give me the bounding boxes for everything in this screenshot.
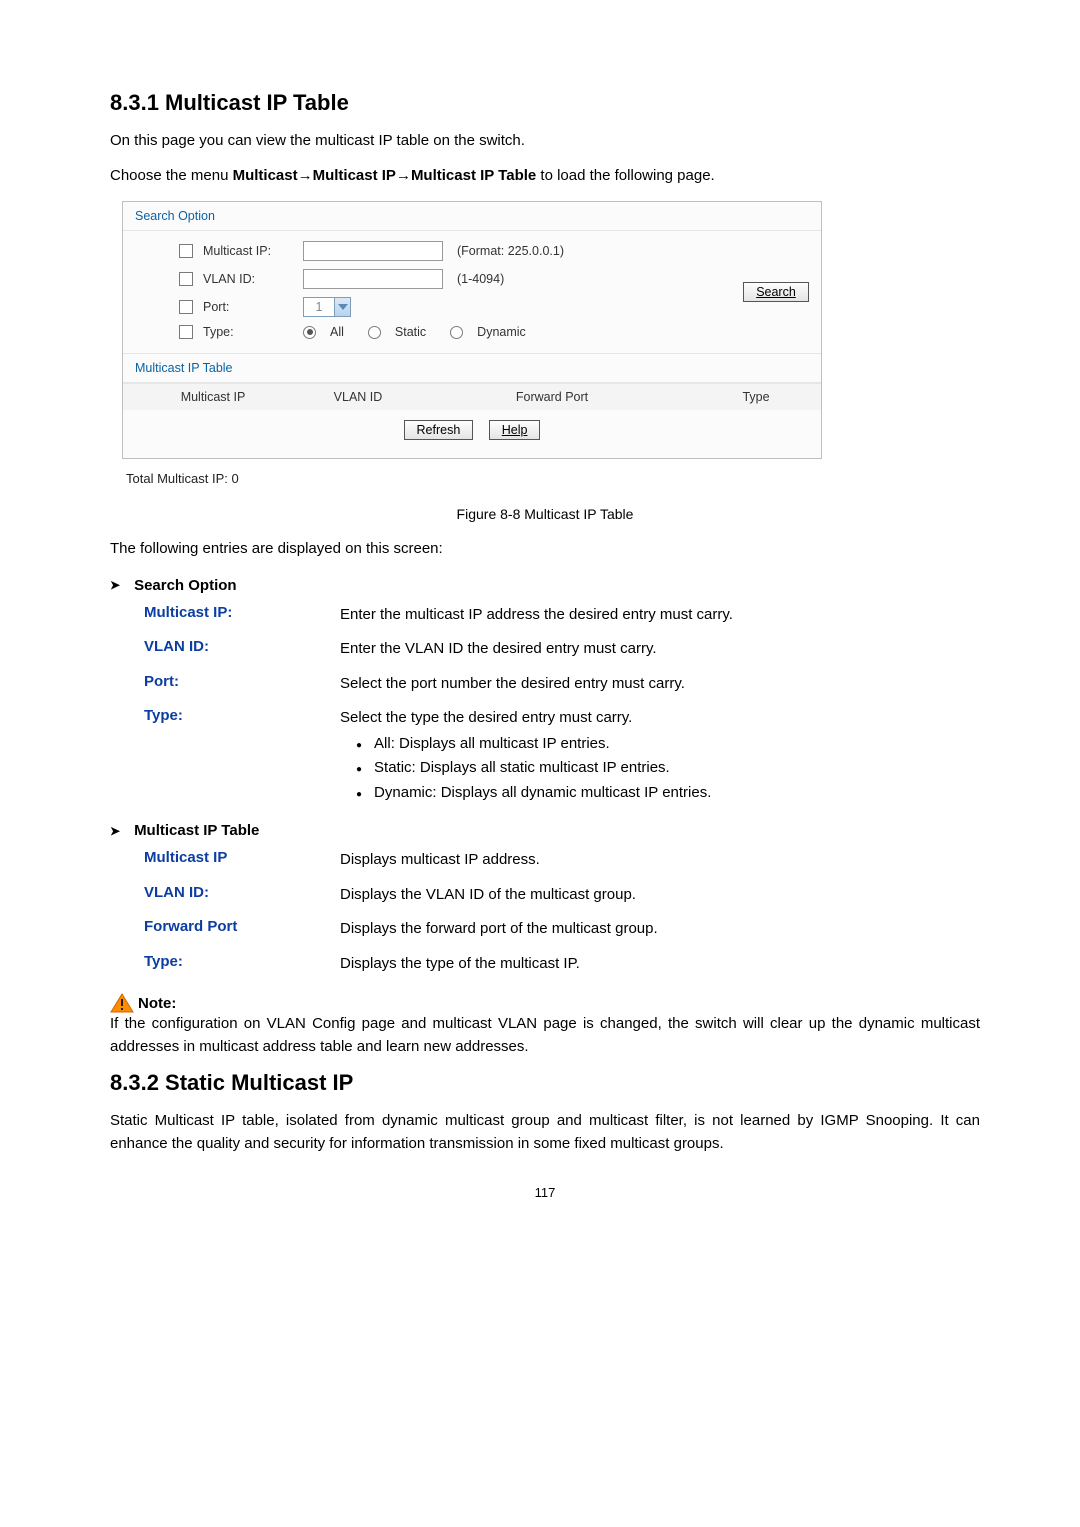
row-port: Port: 1 xyxy=(123,293,731,321)
menu-post: to load the following page. xyxy=(536,167,714,184)
def1-type-term: Type: xyxy=(110,707,340,806)
figure-caption: Figure 8-8 Multicast IP Table xyxy=(110,506,980,522)
arrow-icon: ➤ xyxy=(110,824,120,838)
col-multicast-ip: Multicast IP xyxy=(123,384,303,410)
multicast-ip-label: Multicast IP: xyxy=(203,244,293,258)
port-checkbox[interactable] xyxy=(179,300,193,314)
def1-type-bullet-all: All: Displays all multicast IP entries. xyxy=(356,733,980,756)
def1-vlan-term: VLAN ID: xyxy=(110,638,340,661)
search-button[interactable]: Search xyxy=(743,282,809,302)
multicast-ip-checkbox[interactable] xyxy=(179,244,193,258)
row-multicast-ip: Multicast IP: (Format: 225.0.0.1) xyxy=(123,237,731,265)
type-radio-all[interactable] xyxy=(303,326,316,339)
menu-bold: Multicast→Multicast IP→Multicast IP Tabl… xyxy=(233,167,537,184)
multicast-ip-format-hint: (Format: 225.0.0.1) xyxy=(457,244,564,258)
row-vlan-id: VLAN ID: (1-4094) xyxy=(123,265,731,293)
multicast-ip-table-heading: ➤ Multicast IP Table xyxy=(110,822,980,839)
section-8-3-1-title: 8.3.1 Multicast IP Table xyxy=(110,90,980,116)
multicast-ip-page-panel: Search Option Multicast IP: (Format: 225… xyxy=(122,201,822,459)
def1-port-def: Select the port number the desired entry… xyxy=(340,673,980,696)
def2-fwd-term: Forward Port xyxy=(110,918,340,941)
note-label: Note: xyxy=(138,995,176,1012)
vlan-id-input[interactable] xyxy=(303,269,443,289)
search-option-heading: ➤ Search Option xyxy=(110,577,980,594)
search-option-header: Search Option xyxy=(123,202,821,231)
def2-vlan-def: Displays the VLAN ID of the multicast gr… xyxy=(340,884,980,907)
def1-type-def-text: Select the type the desired entry must c… xyxy=(340,709,632,726)
chevron-down-icon xyxy=(334,298,350,316)
entries-intro: The following entries are displayed on t… xyxy=(110,538,980,561)
total-multicast-ip: Total Multicast IP: 0 xyxy=(126,471,980,486)
col-forward-port: Forward Port xyxy=(413,384,691,410)
section-8-3-2-title: 8.3.2 Static Multicast IP xyxy=(110,1070,980,1096)
port-select[interactable]: 1 xyxy=(303,297,351,317)
col-type: Type xyxy=(691,384,821,410)
type-radio-static[interactable] xyxy=(368,326,381,339)
multicast-ip-table-heading-text: Multicast IP Table xyxy=(134,822,259,839)
search-option-heading-text: Search Option xyxy=(134,577,237,594)
col-vlan-id: VLAN ID xyxy=(303,384,413,410)
def2-mcast-def: Displays multicast IP address. xyxy=(340,849,980,872)
type-radio-dynamic[interactable] xyxy=(450,326,463,339)
multicast-ip-input[interactable] xyxy=(303,241,443,261)
def2-type-def: Displays the type of the multicast IP. xyxy=(340,953,980,976)
def1-vlan-def: Enter the VLAN ID the desired entry must… xyxy=(340,638,980,661)
vlan-id-range-hint: (1-4094) xyxy=(457,272,504,286)
note-body: If the configuration on VLAN Config page… xyxy=(110,1013,980,1058)
type-label: Type: xyxy=(203,325,293,339)
page-number: 117 xyxy=(110,1185,980,1200)
help-button[interactable]: Help xyxy=(489,420,541,440)
row-type: Type: All Static Dynamic xyxy=(123,321,731,343)
port-label: Port: xyxy=(203,300,293,314)
section2-body: Static Multicast IP table, isolated from… xyxy=(110,1110,980,1155)
multicast-ip-table-header: Multicast IP Table xyxy=(123,353,821,383)
def1-type-def: Select the type the desired entry must c… xyxy=(340,707,980,806)
section1-intro: On this page you can view the multicast … xyxy=(110,130,980,153)
type-all-label: All xyxy=(330,325,344,339)
menu-path-line: Choose the menu Multicast→Multicast IP→M… xyxy=(110,165,980,188)
vlan-id-checkbox[interactable] xyxy=(179,272,193,286)
def1-mcast-def: Enter the multicast IP address the desir… xyxy=(340,604,980,627)
def1-type-bullet-static: Static: Displays all static multicast IP… xyxy=(356,757,980,780)
def1-type-bullet-dynamic: Dynamic: Displays all dynamic multicast … xyxy=(356,782,980,805)
def2-fwd-def: Displays the forward port of the multica… xyxy=(340,918,980,941)
table-columns: Multicast IP VLAN ID Forward Port Type xyxy=(123,383,821,410)
refresh-button[interactable]: Refresh xyxy=(404,420,474,440)
def1-port-term: Port: xyxy=(110,673,340,696)
def1-mcast-term: Multicast IP: xyxy=(110,604,340,627)
def2-vlan-term: VLAN ID: xyxy=(110,884,340,907)
note-header: Note: xyxy=(110,993,980,1013)
def2-mcast-term: Multicast IP xyxy=(110,849,340,872)
menu-pre: Choose the menu xyxy=(110,167,233,184)
type-checkbox[interactable] xyxy=(179,325,193,339)
def2-type-term: Type: xyxy=(110,953,340,976)
arrow-icon: ➤ xyxy=(110,578,120,592)
type-static-label: Static xyxy=(395,325,426,339)
port-select-value: 1 xyxy=(304,300,334,314)
type-dynamic-label: Dynamic xyxy=(477,325,526,339)
vlan-id-label: VLAN ID: xyxy=(203,272,293,286)
warning-icon xyxy=(110,993,134,1013)
